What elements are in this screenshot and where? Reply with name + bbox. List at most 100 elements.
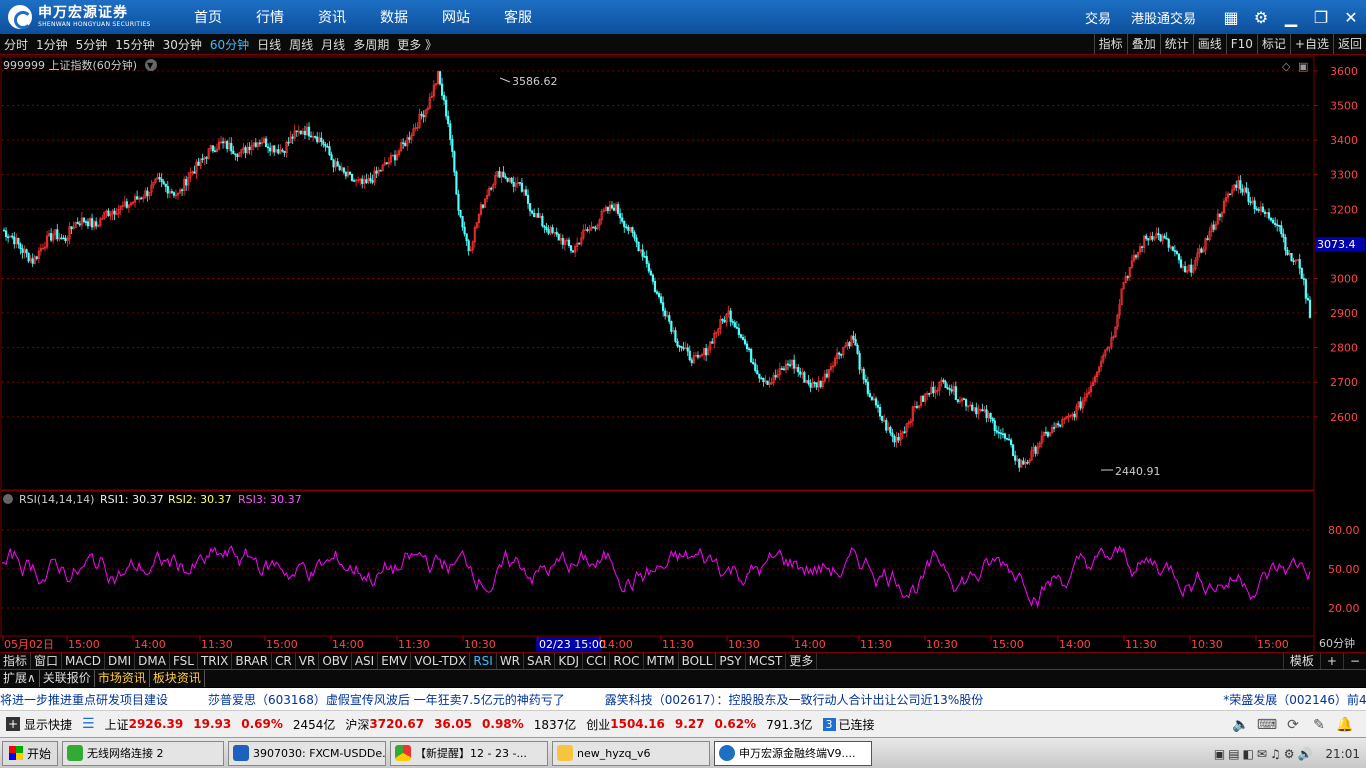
market-news-tab[interactable]: 市场资讯 — [95, 670, 150, 687]
tool-add-watchlist[interactable]: +自选 — [1289, 34, 1333, 54]
indicator-13[interactable]: VOL-TDX — [411, 653, 471, 669]
period-30min[interactable]: 30分钟 — [162, 36, 203, 53]
indicator-14[interactable]: RSI — [470, 653, 497, 669]
period-daily[interactable]: 日线 — [256, 36, 282, 53]
indicator-5[interactable]: FSL — [170, 653, 198, 669]
candle-body — [1245, 187, 1248, 193]
remove-pane-button[interactable]: − — [1342, 653, 1366, 669]
chart-area[interactable]: 3600350034003300320031003000290028002700… — [0, 56, 1366, 652]
task-terminal[interactable]: 申万宏源金融终端V9.... — [714, 740, 873, 766]
period-1min[interactable]: 1分钟 — [35, 36, 69, 53]
minimize-button[interactable]: ▁ — [1276, 0, 1306, 34]
news-ticker[interactable]: 将进一步推进重点研发项目建设 莎普爱思（603168）虚假宣传风波后 一年狂卖7… — [0, 688, 1366, 710]
refresh-icon[interactable]: ⟳ — [1280, 715, 1306, 735]
candle-body — [1171, 246, 1174, 251]
restore-button[interactable]: ❐ — [1306, 0, 1336, 34]
period-60min[interactable]: 60分钟 — [209, 36, 250, 53]
candle-body — [676, 341, 679, 347]
candle-body — [324, 144, 327, 147]
volume-icon[interactable]: 🔈 — [1228, 715, 1254, 735]
indicator-3[interactable]: DMI — [105, 653, 136, 669]
indicator-22[interactable]: PSY — [716, 653, 746, 669]
sector-news-tab[interactable]: 板块资讯 — [150, 670, 205, 687]
indicator-1[interactable]: 窗口 — [31, 653, 63, 669]
indicator-7[interactable]: BRAR — [232, 653, 273, 669]
period-more[interactable]: 更多 》 — [396, 36, 438, 53]
nav-news[interactable]: 资讯 — [316, 7, 348, 27]
diamond-icon[interactable]: ◇ — [1282, 60, 1291, 73]
candle-body — [336, 161, 339, 167]
show-shortcuts[interactable]: 显示快捷 — [24, 716, 72, 733]
indicator-20[interactable]: MTM — [644, 653, 679, 669]
add-pane-button[interactable]: + — [1319, 653, 1343, 669]
tools-icon[interactable]: ✎ — [1306, 715, 1332, 735]
chart-svg[interactable]: 3600350034003300320031003000290028002700… — [0, 56, 1366, 652]
ticker-item[interactable]: 将进一步推进重点研发项目建设 — [0, 691, 168, 708]
indicator-4[interactable]: DMA — [135, 653, 170, 669]
nav-data[interactable]: 数据 — [378, 7, 410, 27]
related-quotes-tab[interactable]: 关联报价 — [40, 670, 95, 687]
trade-link[interactable]: 交易 — [1085, 8, 1111, 27]
keyboard-icon[interactable]: ⌨ — [1254, 715, 1280, 735]
start-button[interactable]: 开始 — [2, 740, 59, 766]
period-15min[interactable]: 15分钟 — [114, 36, 155, 53]
candle-body — [1212, 224, 1215, 230]
indicator-17[interactable]: KDJ — [555, 653, 584, 669]
indicator-21[interactable]: BOLL — [679, 653, 717, 669]
panel-icon[interactable]: ▣ — [1298, 60, 1308, 73]
tool-back[interactable]: 返回 — [1332, 34, 1366, 54]
indicator-23[interactable]: MCST — [746, 653, 787, 669]
tool-overlay[interactable]: 叠加 — [1126, 34, 1160, 54]
expand-button[interactable]: 扩展∧ — [0, 670, 40, 687]
plus-icon[interactable]: + — [6, 717, 20, 731]
minimize-icon: ▁ — [1284, 7, 1298, 27]
task-browser[interactable]: 【新提醒】12 - 23 -... — [390, 740, 549, 766]
task-fxcm[interactable]: 3907030: FXCM-USDDe... — [228, 740, 387, 766]
brand-logo[interactable]: 申万宏源证券 SHENWAN HONGYUAN SECURITIES — [0, 5, 180, 29]
indicator-16[interactable]: SAR — [524, 653, 556, 669]
tool-f10[interactable]: F10 — [1225, 34, 1257, 54]
nav-website[interactable]: 网站 — [440, 7, 472, 27]
candle-body — [545, 226, 548, 230]
bell-icon[interactable]: 🔔 — [1332, 715, 1358, 735]
rsi-dropdown-icon[interactable] — [3, 494, 13, 504]
tool-draw[interactable]: 画线 — [1192, 34, 1226, 54]
indicator-12[interactable]: EMV — [378, 653, 412, 669]
indicator-8[interactable]: CR — [272, 653, 296, 669]
indicator-24[interactable]: 更多 — [786, 653, 818, 669]
period-5min[interactable]: 5分钟 — [75, 36, 109, 53]
close-button[interactable]: ✕ — [1336, 0, 1366, 34]
indicator-2[interactable]: MACD — [62, 653, 106, 669]
nav-service[interactable]: 客服 — [502, 7, 534, 27]
template-button[interactable]: 模板 — [1282, 653, 1320, 669]
grid-layout-button[interactable]: ▦ — [1216, 0, 1246, 34]
ticker-item[interactable]: 莎普爱思（603168）虚假宣传风波后 一年狂卖7.5亿元的神药亏了 — [208, 691, 565, 708]
period-multi[interactable]: 多周期 — [352, 36, 390, 53]
indicator-19[interactable]: ROC — [610, 653, 644, 669]
chart-icon[interactable]: ☰ — [82, 716, 95, 732]
task-folder[interactable]: new_hyzq_v6 — [552, 740, 711, 766]
task-network[interactable]: 无线网络连接 2 — [62, 740, 225, 766]
tool-indicator[interactable]: 指标 — [1093, 34, 1127, 54]
tool-stats[interactable]: 统计 — [1159, 34, 1193, 54]
nav-quotes[interactable]: 行情 — [254, 7, 286, 27]
settings-button[interactable]: ⚙ — [1246, 0, 1276, 34]
candle-body — [682, 347, 685, 350]
ticker-item[interactable]: 露笑科技（002617）：控股股东及一致行动人合计出让公司近13%股份 — [605, 691, 983, 708]
ticker-item[interactable]: *荣盛发展（002146）前4月累计 — [1223, 691, 1366, 708]
period-monthly[interactable]: 月线 — [320, 36, 346, 53]
nav-home[interactable]: 首页 — [192, 7, 224, 27]
hk-connect-trade-link[interactable]: 港股通交易 — [1131, 8, 1196, 27]
connection-status[interactable]: 已连接 — [839, 716, 875, 733]
period-weekly[interactable]: 周线 — [288, 36, 314, 53]
indicator-9[interactable]: VR — [296, 653, 320, 669]
indicator-15[interactable]: WR — [497, 653, 525, 669]
tool-mark[interactable]: 标记 — [1256, 34, 1290, 54]
indicator-10[interactable]: OBV — [319, 653, 352, 669]
indicator-0[interactable]: 指标 — [0, 653, 32, 669]
tray-icons[interactable]: ▣▤◧✉♫⚙🔊 — [1214, 747, 1316, 761]
indicator-18[interactable]: CCI — [583, 653, 611, 669]
indicator-6[interactable]: TRIX — [198, 653, 233, 669]
indicator-11[interactable]: ASI — [352, 653, 379, 669]
period-timeshare[interactable]: 分时 — [3, 36, 29, 53]
